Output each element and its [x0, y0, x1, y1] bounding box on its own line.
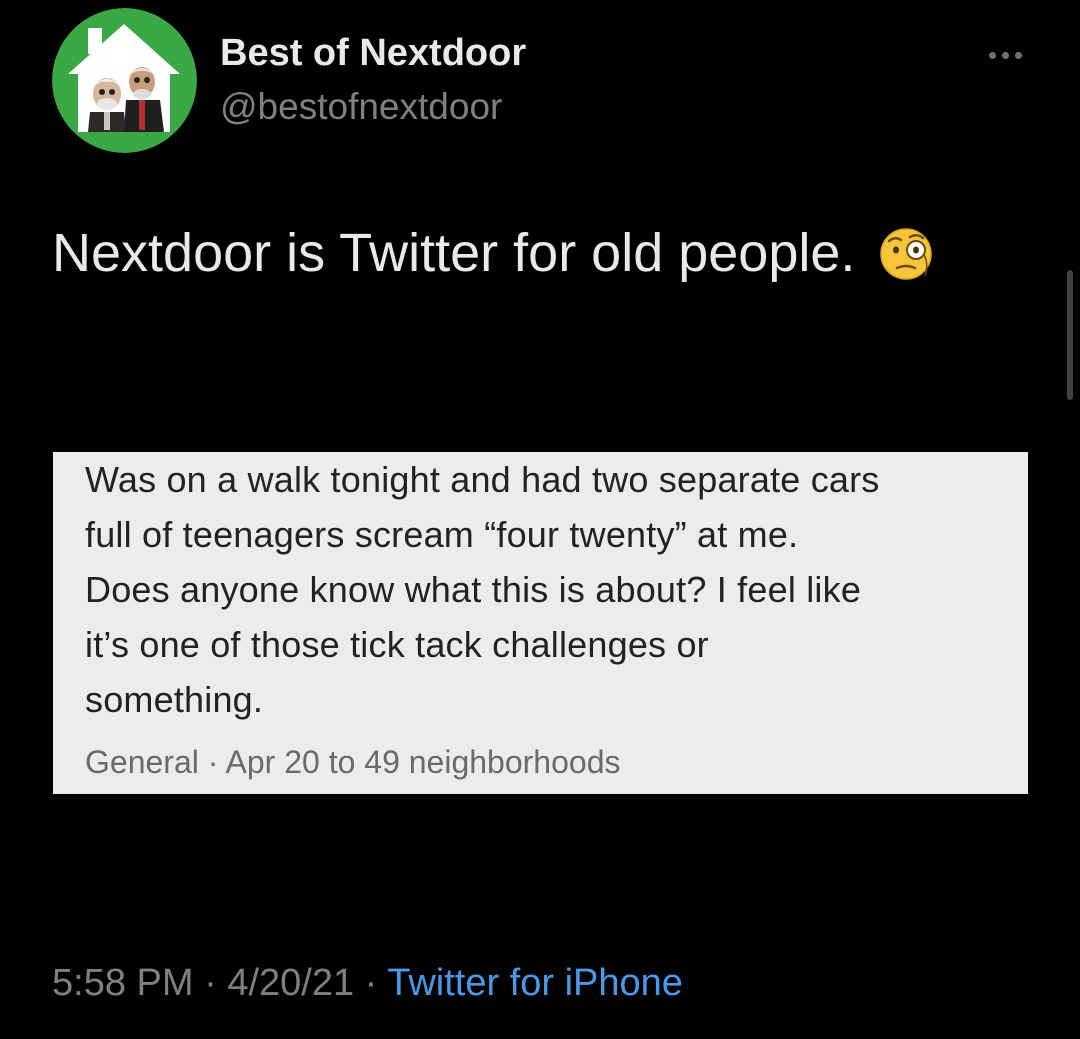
scrollbar[interactable] [1067, 270, 1073, 400]
embedded-post-line: Does anyone know what this is about? I f… [85, 569, 862, 610]
separator: · [364, 962, 378, 1004]
avatar[interactable] [52, 8, 197, 153]
embedded-post-line: it’s one of those tick tack challenges o… [85, 624, 709, 665]
house-logo-with-muppets-icon [52, 8, 197, 153]
embedded-post-line: full of teenagers scream “four twenty” a… [85, 514, 799, 555]
embedded-post-meta: General · Apr 20 to 49 neighborhoods [85, 744, 621, 780]
tweet-date[interactable]: 4/20/21 [227, 962, 354, 1004]
user-handle[interactable]: @bestofnextdoor [220, 86, 502, 128]
tweet-text-content: Nextdoor is Twitter for old people. [52, 223, 856, 283]
tweet-source-link[interactable]: Twitter for iPhone [387, 962, 683, 1004]
more-dots-icon [988, 51, 996, 59]
display-name[interactable]: Best of Nextdoor [220, 32, 526, 75]
more-options-button[interactable] [980, 40, 1030, 70]
tweet-text: Nextdoor is Twitter for old people. [52, 222, 935, 284]
embedded-post-line: Was on a walk tonight and had two separa… [85, 459, 880, 500]
embedded-image[interactable]: Was on a walk tonight and had two separa… [53, 452, 1028, 794]
tweet-footer: 5:58 PM · 4/20/21 · Twitter for iPhone [52, 962, 683, 1005]
separator: · [204, 962, 217, 1004]
face-with-monocle-icon [877, 224, 935, 282]
embedded-post-line: something. [85, 679, 264, 720]
embedded-post-text: Was on a walk tonight and had two separa… [85, 452, 1005, 727]
tweet-time[interactable]: 5:58 PM [52, 962, 194, 1004]
